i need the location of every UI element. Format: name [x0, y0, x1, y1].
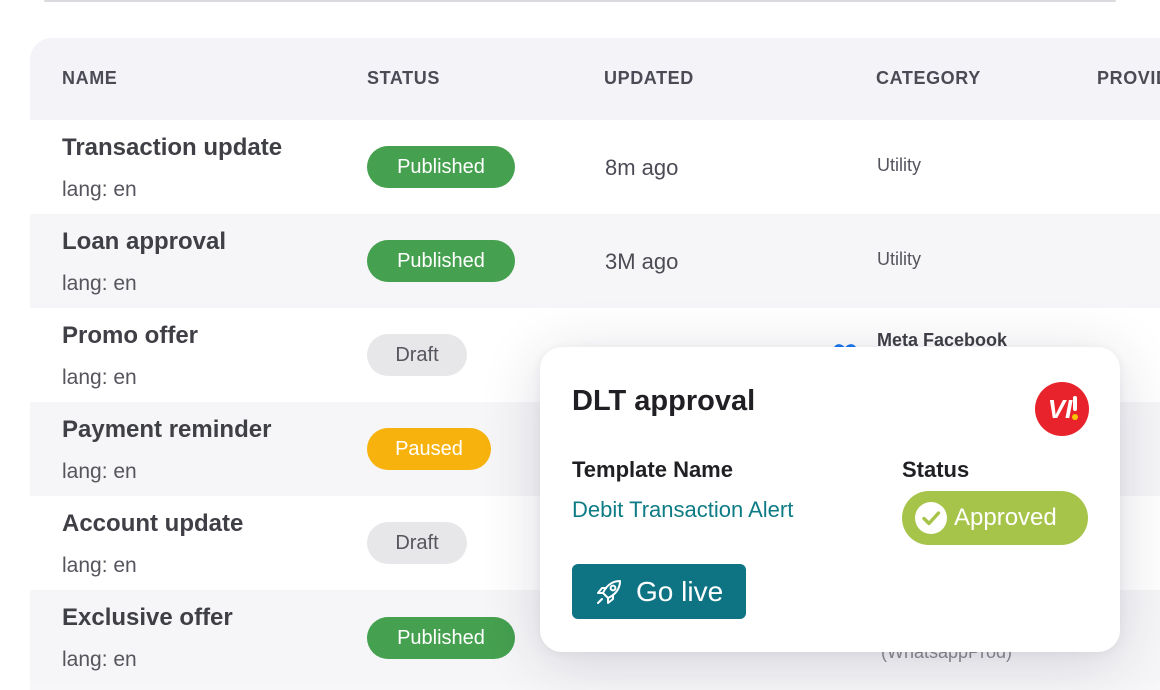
status-badge: Published	[367, 240, 515, 282]
templates-screen: NAME STATUS UPDATED CATEGORY PROVID Tran…	[0, 0, 1160, 690]
status-badge: Published	[367, 146, 515, 188]
column-header-name[interactable]: NAME	[62, 68, 117, 89]
card-title: DLT approval	[572, 385, 756, 417]
template-lang: lang: en	[62, 366, 137, 389]
check-circle-icon	[915, 502, 947, 534]
template-lang: lang: en	[62, 178, 137, 201]
status-label: Status	[902, 457, 970, 482]
logo-text: VI	[1048, 394, 1073, 424]
dlt-approval-card: DLT approval VI Template Name Status Deb…	[540, 347, 1120, 652]
category-label: Utility	[877, 155, 921, 175]
template-name-value[interactable]: Debit Transaction Alert	[572, 497, 793, 523]
column-header-updated[interactable]: UPDATED	[604, 68, 694, 89]
template-name[interactable]: Promo offer	[62, 322, 198, 350]
go-live-label: Go live	[636, 575, 724, 607]
rocket-icon	[597, 579, 621, 604]
category-label: Utility	[877, 249, 921, 269]
column-header-status[interactable]: STATUS	[367, 68, 440, 89]
template-name[interactable]: Transaction update	[62, 134, 282, 162]
go-live-button[interactable]: Go live	[572, 564, 746, 619]
template-lang: lang: en	[62, 460, 137, 483]
vi-logo-icon: VI	[1035, 382, 1089, 436]
template-name[interactable]: Account update	[62, 510, 243, 538]
template-name[interactable]: Exclusive offer	[62, 604, 233, 632]
template-lang: lang: en	[62, 648, 137, 671]
status-badge: Published	[367, 617, 515, 659]
template-lang: lang: en	[62, 272, 137, 295]
column-header-provider[interactable]: PROVID	[1097, 68, 1160, 89]
status-badge: Draft	[367, 334, 467, 376]
approved-text: Approved	[954, 504, 1057, 531]
approved-badge: Approved	[902, 491, 1088, 545]
updated-time: 8m ago	[605, 155, 679, 180]
table-header	[30, 38, 1160, 120]
updated-time: 3M ago	[605, 249, 679, 274]
template-name[interactable]: Payment reminder	[62, 416, 271, 444]
template-name-label: Template Name	[572, 457, 733, 482]
status-badge: Draft	[367, 522, 467, 564]
search-bar-edge	[44, 0, 1116, 2]
template-name[interactable]: Loan approval	[62, 228, 226, 256]
template-lang: lang: en	[62, 554, 137, 577]
column-header-category[interactable]: CATEGORY	[876, 68, 981, 89]
status-badge: Paused	[367, 428, 491, 470]
